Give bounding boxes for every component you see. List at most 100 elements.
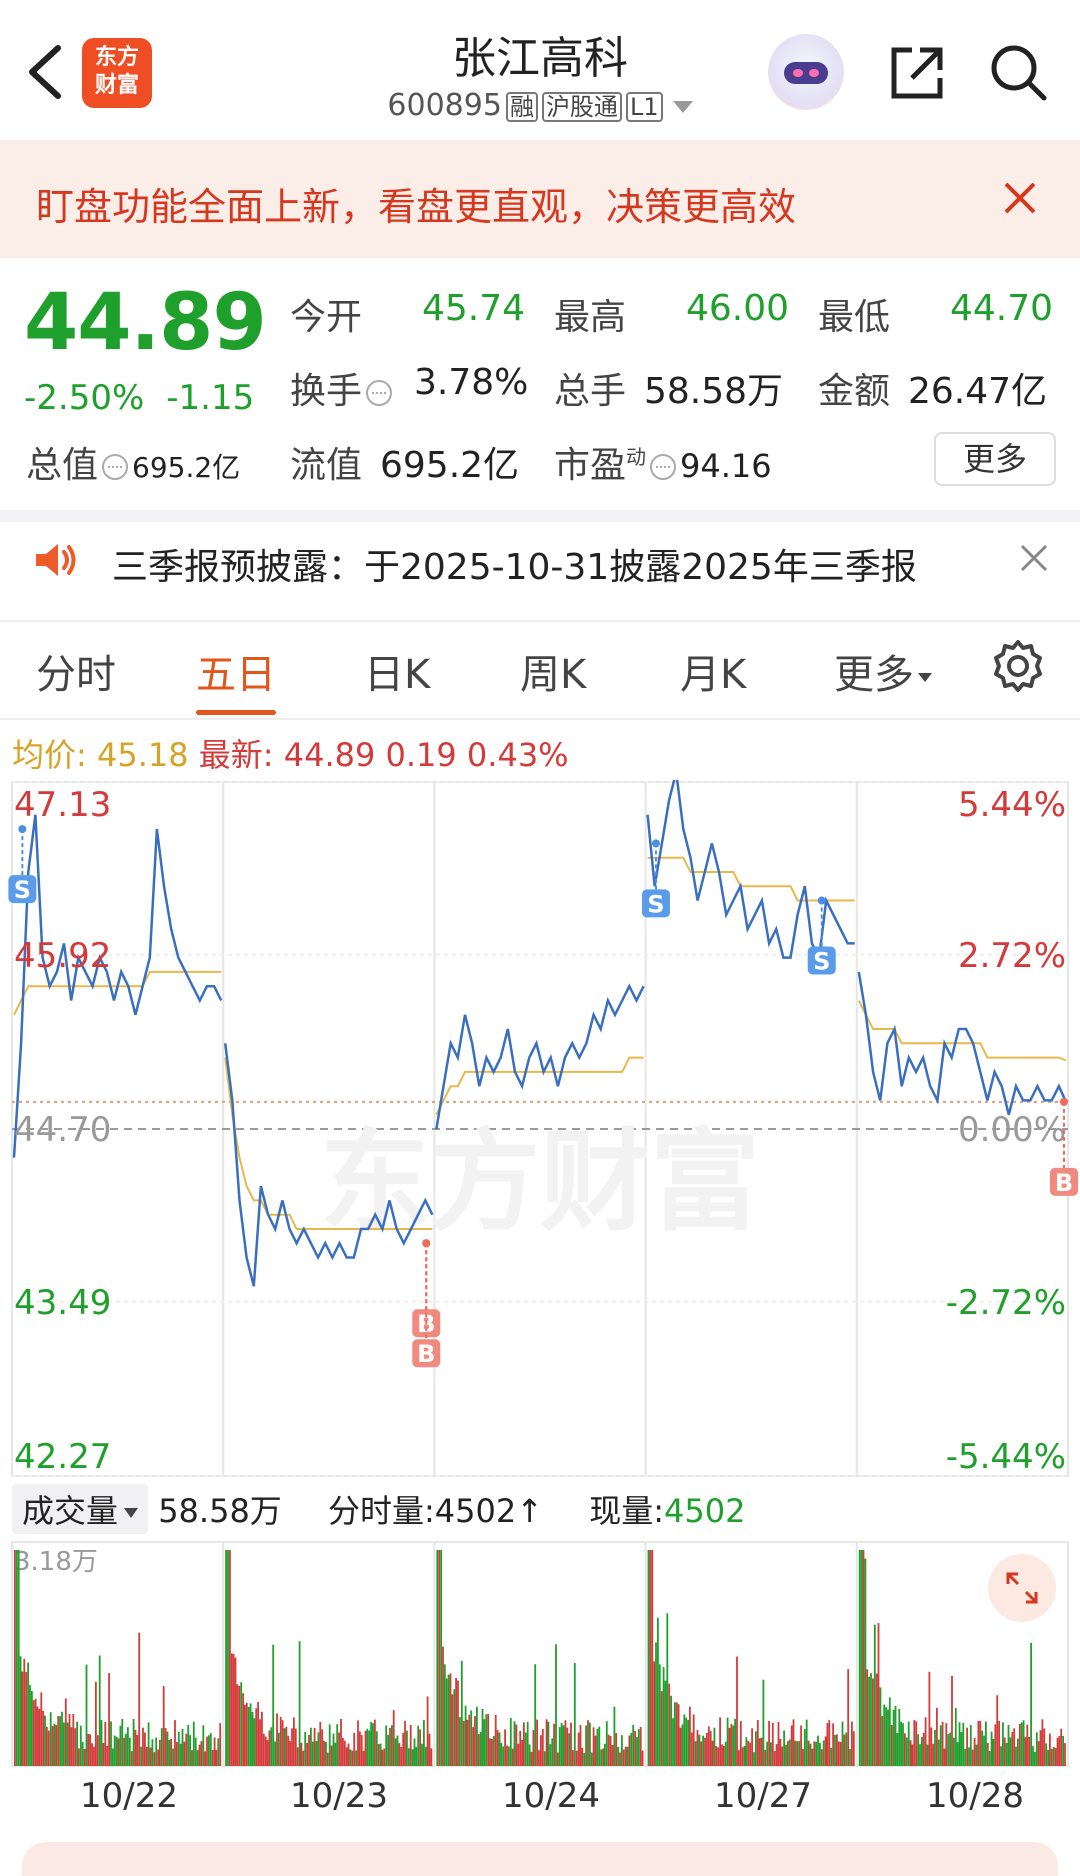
volume-bar: [366, 1728, 369, 1766]
turnover-label[interactable]: 换手: [290, 362, 396, 414]
volume-bar: [622, 1749, 625, 1766]
tab-weekly-k[interactable]: 周K: [520, 642, 586, 700]
volume-bar: [1022, 1720, 1025, 1766]
stock-code-row[interactable]: 600895 融沪股通 L1: [300, 88, 780, 123]
back-arrow-icon[interactable]: [22, 40, 72, 104]
volume-bar: [992, 1738, 995, 1766]
volume-bar: [919, 1744, 921, 1766]
volume-bar: [815, 1741, 817, 1766]
volume-bar: [790, 1725, 793, 1766]
tab-more[interactable]: 更多: [834, 642, 932, 700]
share-icon[interactable]: [884, 40, 950, 106]
close-icon[interactable]: [1016, 540, 1052, 576]
volume-bar: [298, 1641, 301, 1766]
more-button[interactable]: 更多: [934, 432, 1056, 486]
volume-bar: [773, 1751, 776, 1766]
volume-bar: [655, 1642, 657, 1766]
tab-monthly-k[interactable]: 月K: [680, 642, 746, 700]
volume-bar: [896, 1733, 899, 1766]
bottom-news-card[interactable]: [22, 1842, 1058, 1876]
volume-bar: [211, 1750, 214, 1766]
avg-line: [857, 1000, 1067, 1062]
volume-bar: [474, 1716, 476, 1766]
volume-bar: [839, 1741, 842, 1766]
volume-bar: [558, 1727, 561, 1766]
volume-bar: [198, 1744, 201, 1766]
promo-banner[interactable]: 盯盘功能全面上新，看盘更直观，决策更高效: [0, 140, 1080, 258]
volume-bar: [873, 1624, 876, 1766]
expand-icon: [1006, 1572, 1038, 1604]
volume-bar: [215, 1749, 218, 1766]
volume-bar: [391, 1725, 393, 1766]
tab-intraday[interactable]: 分时: [36, 642, 116, 700]
volume-bar: [202, 1725, 205, 1766]
volume-bar: [236, 1684, 239, 1766]
gear-icon[interactable]: [990, 638, 1046, 694]
volume-bar: [866, 1669, 869, 1766]
volume-bar: [485, 1714, 488, 1766]
volume-bar: [594, 1735, 597, 1766]
volume-bar: [973, 1738, 976, 1766]
search-icon[interactable]: [986, 40, 1052, 106]
stock-code: 600895: [387, 88, 502, 123]
volume-bar: [310, 1727, 312, 1766]
volume-bar: [562, 1725, 565, 1766]
volume-bar: [183, 1741, 186, 1766]
volume-bar: [647, 1550, 650, 1766]
app-logo[interactable]: 东方 财富: [82, 38, 152, 108]
volume-bar: [443, 1664, 446, 1766]
close-icon[interactable]: [1000, 178, 1040, 218]
marker-dot: [422, 1239, 431, 1248]
volume-bar: [860, 1550, 863, 1766]
volume-bar: [713, 1727, 716, 1766]
volume-bar: [302, 1750, 305, 1766]
volume-bar: [70, 1727, 73, 1766]
volume-chart[interactable]: 3.18万: [0, 1540, 1080, 1770]
latest-label: 最新:: [198, 736, 274, 774]
tick-volume-value: 4502: [434, 1492, 517, 1530]
volume-bar: [76, 1721, 78, 1766]
volume-bar: [168, 1740, 171, 1766]
volume-bar: [528, 1744, 531, 1766]
volume-bar: [985, 1721, 987, 1766]
current-volume-label: 现量:: [589, 1492, 664, 1530]
volume-bar: [892, 1709, 895, 1766]
pe-label[interactable]: 市盈动 94.16: [554, 436, 772, 488]
info-icon: [366, 380, 393, 406]
volume-bar: [538, 1750, 540, 1766]
tab-five-day[interactable]: 五日: [196, 642, 276, 700]
volume-bar: [641, 1750, 644, 1766]
volume-bar: [415, 1746, 418, 1766]
volume-bar: [617, 1747, 619, 1766]
volume-bar: [206, 1736, 208, 1766]
mktcap-label[interactable]: 总值 695.2亿: [26, 436, 240, 488]
volume-bar: [775, 1744, 778, 1766]
volume-bar: [304, 1732, 307, 1766]
volume-bar: [749, 1742, 752, 1766]
volume-bar: [960, 1732, 963, 1766]
volume-bar: [888, 1697, 891, 1766]
volume-bar: [291, 1728, 293, 1766]
volume-bar: [570, 1722, 572, 1766]
avg-line: [435, 1056, 644, 1116]
volume-bar: [424, 1746, 427, 1766]
volume-bar: [219, 1723, 222, 1766]
current-price: 44.89: [24, 278, 267, 368]
volume-bar: [247, 1707, 250, 1766]
volume-bar: [696, 1729, 699, 1766]
assistant-robot-icon[interactable]: [768, 34, 844, 110]
volume-bar: [277, 1732, 280, 1766]
volume-bar: [138, 1632, 141, 1766]
volume-bar: [536, 1719, 538, 1766]
volume-bar: [89, 1734, 92, 1766]
info-icon: [102, 454, 129, 480]
volume-bar: [132, 1719, 135, 1766]
tab-daily-k[interactable]: 日K: [364, 642, 430, 700]
volume-selector[interactable]: 成交量: [12, 1484, 149, 1534]
volume-bar: [383, 1748, 386, 1766]
expand-button[interactable]: [988, 1554, 1056, 1622]
volume-bar: [47, 1730, 50, 1766]
volume-bar: [294, 1728, 297, 1766]
five-day-price-chart[interactable]: 东方财富 47.13 45.92 44.70 43.49 42.27 5.44% 2.72% 0…: [0, 780, 1080, 1480]
volume-bar: [481, 1709, 484, 1766]
